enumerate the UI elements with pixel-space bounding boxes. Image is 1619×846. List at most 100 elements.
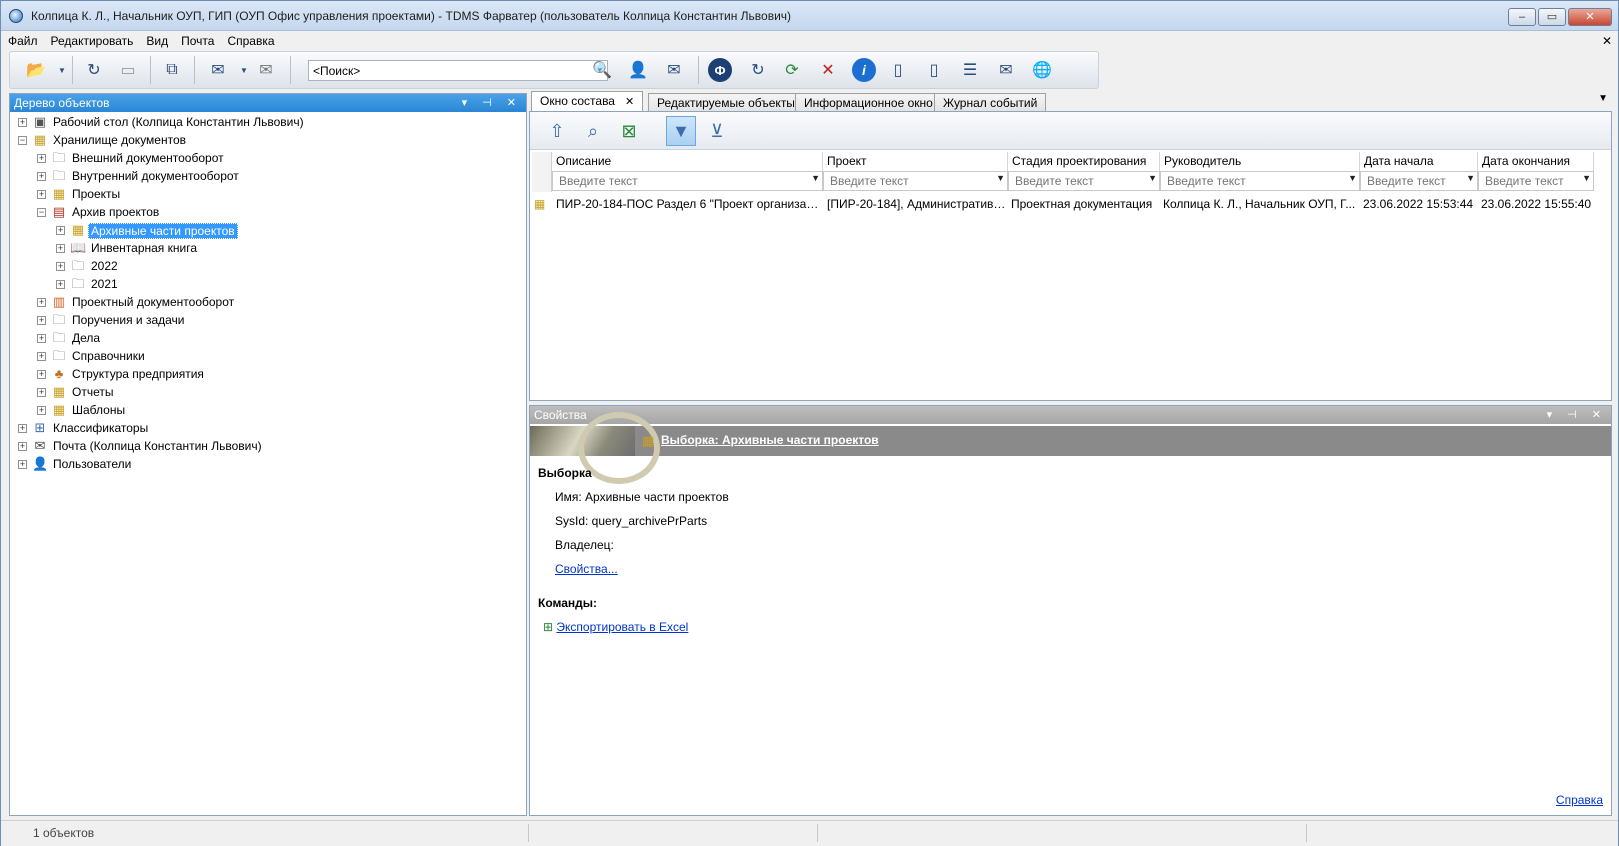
tab-close-icon[interactable]: ✕ — [625, 96, 634, 108]
collapse-icon[interactable]: − — [37, 208, 46, 217]
expand-icon[interactable]: + — [37, 298, 46, 307]
dropdown-arrow-icon[interactable]: ▼ — [1582, 173, 1591, 183]
dropdown-arrow-icon[interactable]: ▼ — [1466, 173, 1475, 183]
maximize-button[interactable]: ▭ — [1538, 8, 1566, 26]
menu-file[interactable]: Файл — [1, 31, 44, 48]
expand-icon[interactable]: + — [56, 244, 65, 253]
tree-node-mail[interactable]: + ✉ Почта (Колпица Константин Львович) — [10, 438, 526, 456]
filter-stage-input[interactable] — [1009, 172, 1143, 190]
dropdown-arrow-icon[interactable]: ▼ — [811, 173, 820, 183]
menu-view[interactable]: Вид — [139, 31, 174, 48]
tree-node-references[interactable]: + 🗀 Справочники — [10, 348, 526, 366]
expand-icon[interactable]: + — [37, 154, 46, 163]
tree-node-internal-docs[interactable]: + 🗀 Внутренний документооборот — [10, 168, 526, 186]
expand-icon[interactable]: + — [56, 262, 65, 271]
tree-node-storage[interactable]: − ▦ Хранилище документов — [10, 132, 526, 150]
tree-node-classifiers[interactable]: + ⊞ Классификаторы — [10, 420, 526, 438]
tab-event-log[interactable]: Журнал событий — [934, 93, 1047, 112]
help-link[interactable]: Справка — [1556, 793, 1603, 807]
filter-manager-input[interactable] — [1161, 172, 1343, 190]
menu-help[interactable]: Справка — [220, 31, 280, 48]
col-description[interactable]: Описание — [552, 152, 823, 171]
filter-project-field[interactable]: ▼ — [823, 171, 1008, 191]
col-stage[interactable]: Стадия проектирования — [1008, 152, 1160, 171]
new-object-icon[interactable]: 📂 — [24, 58, 48, 82]
col-project[interactable]: Проект — [823, 152, 1008, 171]
filter-project-input[interactable] — [824, 172, 991, 190]
refresh-icon[interactable]: ↻ — [82, 58, 106, 82]
farvater-icon[interactable]: Ф — [708, 58, 732, 82]
expand-icon[interactable]: + — [37, 334, 46, 343]
expand-icon[interactable]: + — [37, 316, 46, 325]
web-icon[interactable]: 🌐 — [1030, 58, 1054, 82]
tree-node-archive-parts[interactable]: + ▦ Архивные части проектов — [10, 222, 526, 240]
info-icon[interactable]: i — [852, 58, 876, 82]
minimize-button[interactable]: ‒ — [1508, 8, 1536, 26]
filter-end-date-input[interactable] — [1479, 172, 1577, 190]
tab-info-window[interactable]: Информационное окно — [795, 93, 942, 112]
dropdown-arrow-icon[interactable]: ▼ — [1348, 173, 1357, 183]
sync-users-icon[interactable]: ⟳ — [780, 58, 804, 82]
selection-link[interactable]: Выборка: Архивные части проектов — [661, 433, 879, 447]
filter-description-field[interactable]: ▼ — [552, 171, 823, 191]
tree-node-desktop[interactable]: + ▣ Рабочий стол (Колпица Константин Львов… — [10, 114, 526, 132]
col-start-date[interactable]: Дата начала — [1360, 152, 1478, 171]
filter-start-date-input[interactable] — [1361, 172, 1461, 190]
search-combo[interactable]: ▼ — [308, 60, 608, 81]
tree-node-org-structure[interactable]: + ♣ Структура предприятия — [10, 366, 526, 384]
expand-icon[interactable]: + — [37, 172, 46, 181]
tree-node-external-docs[interactable]: + 🗀 Внешний документооборот — [10, 150, 526, 168]
search-input[interactable] — [309, 61, 589, 80]
disconnect-icon[interactable]: ✕ — [816, 58, 840, 82]
object-tree-controls[interactable]: ▾ ⊣ ✕ — [462, 96, 522, 109]
mail-inbox-icon[interactable]: ✉ — [994, 58, 1018, 82]
window-icon[interactable]: ▭ — [116, 58, 140, 82]
tree-node-cases[interactable]: + 🗀 Дела — [10, 330, 526, 348]
properties-controls[interactable]: ▾ ⊣ ✕ — [1547, 408, 1607, 421]
expand-icon[interactable]: + — [18, 424, 27, 433]
expand-icon[interactable]: + — [56, 280, 65, 289]
checkout-icon[interactable]: ▯ — [922, 58, 946, 82]
find-in-tree-icon[interactable]: ⌕ — [578, 116, 608, 146]
tree-node-inventory-book[interactable]: + 📖 Инвентарная книга — [10, 240, 526, 258]
message-icon[interactable]: ☰ — [958, 58, 982, 82]
col-end-date[interactable]: Дата окончания — [1478, 152, 1594, 171]
tab-composition[interactable]: Окно состава ✕ — [531, 91, 644, 113]
expand-icon[interactable]: + — [37, 370, 46, 379]
filter-end-date-field[interactable]: ▼ — [1478, 171, 1594, 191]
copy-object-icon[interactable]: ⧉ — [160, 58, 184, 82]
expand-icon[interactable]: + — [37, 352, 46, 361]
tree-node-reports[interactable]: + ▦ Отчеты — [10, 384, 526, 402]
tree-node-2022[interactable]: + 🗀 2022 — [10, 258, 526, 276]
close-button[interactable]: ✕ — [1568, 8, 1612, 26]
clear-filter-icon[interactable]: ⊻ — [702, 116, 732, 146]
expand-icon[interactable]: + — [18, 118, 27, 127]
properties-link[interactable]: Свойства... — [555, 562, 618, 576]
filter-start-date-field[interactable]: ▼ — [1360, 171, 1478, 191]
expand-icon[interactable]: + — [18, 460, 27, 469]
tree-node-templates[interactable]: + ▦ Шаблоны — [10, 402, 526, 420]
tabs-dropdown-icon[interactable]: ▼ — [1598, 93, 1608, 104]
search-mail-icon[interactable]: ✉ — [662, 58, 686, 82]
filter-icon[interactable]: ▼ — [666, 116, 696, 146]
tree-node-tasks[interactable]: + 🗀 Поручения и задачи — [10, 312, 526, 330]
mail-dropdown-icon[interactable]: ▼ — [232, 58, 256, 82]
expand-icon[interactable]: + — [37, 388, 46, 397]
tree-node-project-docflow[interactable]: + ▥ Проектный документооборот — [10, 294, 526, 312]
expand-icon[interactable]: + — [18, 442, 27, 451]
col-manager[interactable]: Руководитель — [1160, 152, 1360, 171]
tab-edited-objects[interactable]: Редактируемые объекты — [648, 93, 804, 112]
checkin-icon[interactable]: ▯ — [886, 58, 910, 82]
new-mail-icon[interactable]: ✉ — [206, 58, 230, 82]
new-object-dropdown-icon[interactable]: ▼ — [50, 58, 74, 82]
table-row[interactable]: ▦ ПИР-20-184-ПОС Раздел 6 "Проект органи… — [532, 195, 1598, 215]
search-user-icon[interactable]: 👤 — [626, 58, 650, 82]
search-object-icon[interactable]: 🔍 — [590, 58, 614, 82]
export-excel-icon[interactable]: ⊠ — [614, 116, 644, 146]
tree-node-projects[interactable]: + ▦ Проекты — [10, 186, 526, 204]
tree-node-2021[interactable]: + 🗀 2021 — [10, 276, 526, 294]
tree-node-archive[interactable]: − ▤ Архив проектов — [10, 204, 526, 222]
dropdown-arrow-icon[interactable]: ▼ — [996, 173, 1005, 183]
mdi-close-icon[interactable]: ✕ — [1602, 34, 1612, 48]
dropdown-arrow-icon[interactable]: ▼ — [1148, 173, 1157, 183]
